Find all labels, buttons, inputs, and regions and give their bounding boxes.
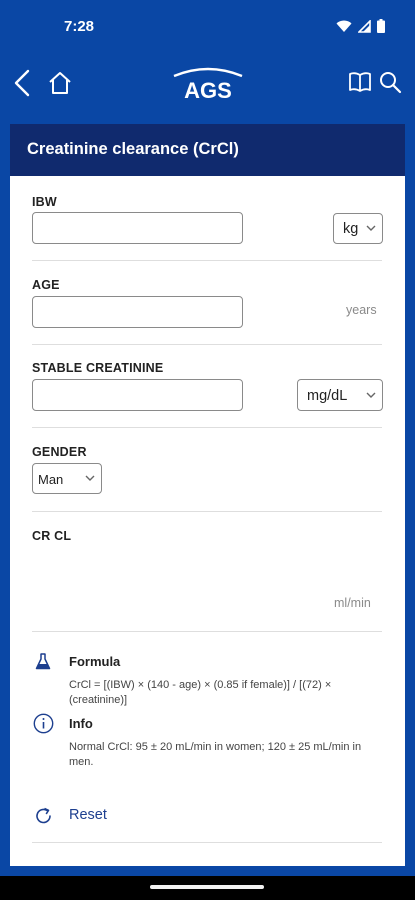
home-gesture-handle[interactable] (150, 885, 264, 889)
flask-icon (35, 653, 51, 670)
divider (32, 511, 382, 512)
ibw-unit-value: kg (343, 221, 359, 237)
book-icon[interactable] (348, 71, 372, 93)
system-icons (336, 19, 385, 33)
ibw-unit-select[interactable]: kg (333, 213, 383, 244)
status-time: 7:28 (64, 18, 95, 35)
creatinine-input[interactable] (32, 379, 243, 411)
signal-icon (358, 19, 371, 33)
chevron-down-icon (85, 475, 95, 481)
age-label: AGE (32, 278, 60, 292)
chevron-down-icon (366, 392, 376, 398)
status-bar: 7:28 (0, 0, 415, 55)
ibw-input[interactable] (32, 212, 243, 244)
chevron-down-icon (366, 225, 376, 231)
ags-logo: AGS (170, 65, 246, 103)
creatinine-unit-value: mg/dL (307, 388, 348, 404)
divider (32, 631, 382, 632)
gender-label: GENDER (32, 445, 87, 459)
calculator-panel: Creatinine clearance (CrCl) IBW kg AGE y… (10, 124, 405, 866)
info-title: Info (69, 716, 93, 731)
app-bar: AGS (0, 55, 415, 112)
ibw-label: IBW (32, 195, 57, 209)
info-circle-icon (33, 713, 54, 734)
reset-label: Reset (69, 807, 107, 823)
svg-text:AGS: AGS (184, 78, 232, 101)
info-text: Normal CrCl: 95 ± 20 mL/min in women; 12… (69, 741, 362, 768)
gender-value: Man (38, 472, 64, 487)
divider (32, 344, 382, 345)
formula-title: Formula (69, 654, 121, 669)
panel-header: Creatinine clearance (CrCl) (10, 124, 405, 176)
creatinine-label: STABLE CREATININE (32, 361, 164, 375)
result-unit: ml/min (334, 596, 371, 610)
battery-icon (377, 19, 385, 33)
formula-text: CrCl = [(IBW) × (140 - age) × (0.85 if f… (69, 679, 332, 706)
gender-select[interactable]: Man (32, 463, 102, 494)
divider (32, 842, 382, 843)
home-icon[interactable] (48, 71, 72, 95)
chevron-left-icon[interactable] (12, 69, 32, 97)
creatinine-unit-select[interactable]: mg/dL (297, 379, 383, 411)
page-title: Creatinine clearance (CrCl) (27, 140, 239, 158)
search-icon[interactable] (378, 70, 402, 94)
divider (32, 260, 382, 261)
reset-button[interactable]: Reset (34, 804, 144, 828)
refresh-icon (36, 807, 51, 824)
age-unit: years (346, 303, 377, 317)
wifi-icon (336, 20, 352, 32)
age-input[interactable] (32, 296, 243, 328)
result-label: CR CL (32, 529, 72, 543)
divider (32, 427, 382, 428)
navigation-bar (0, 876, 415, 900)
